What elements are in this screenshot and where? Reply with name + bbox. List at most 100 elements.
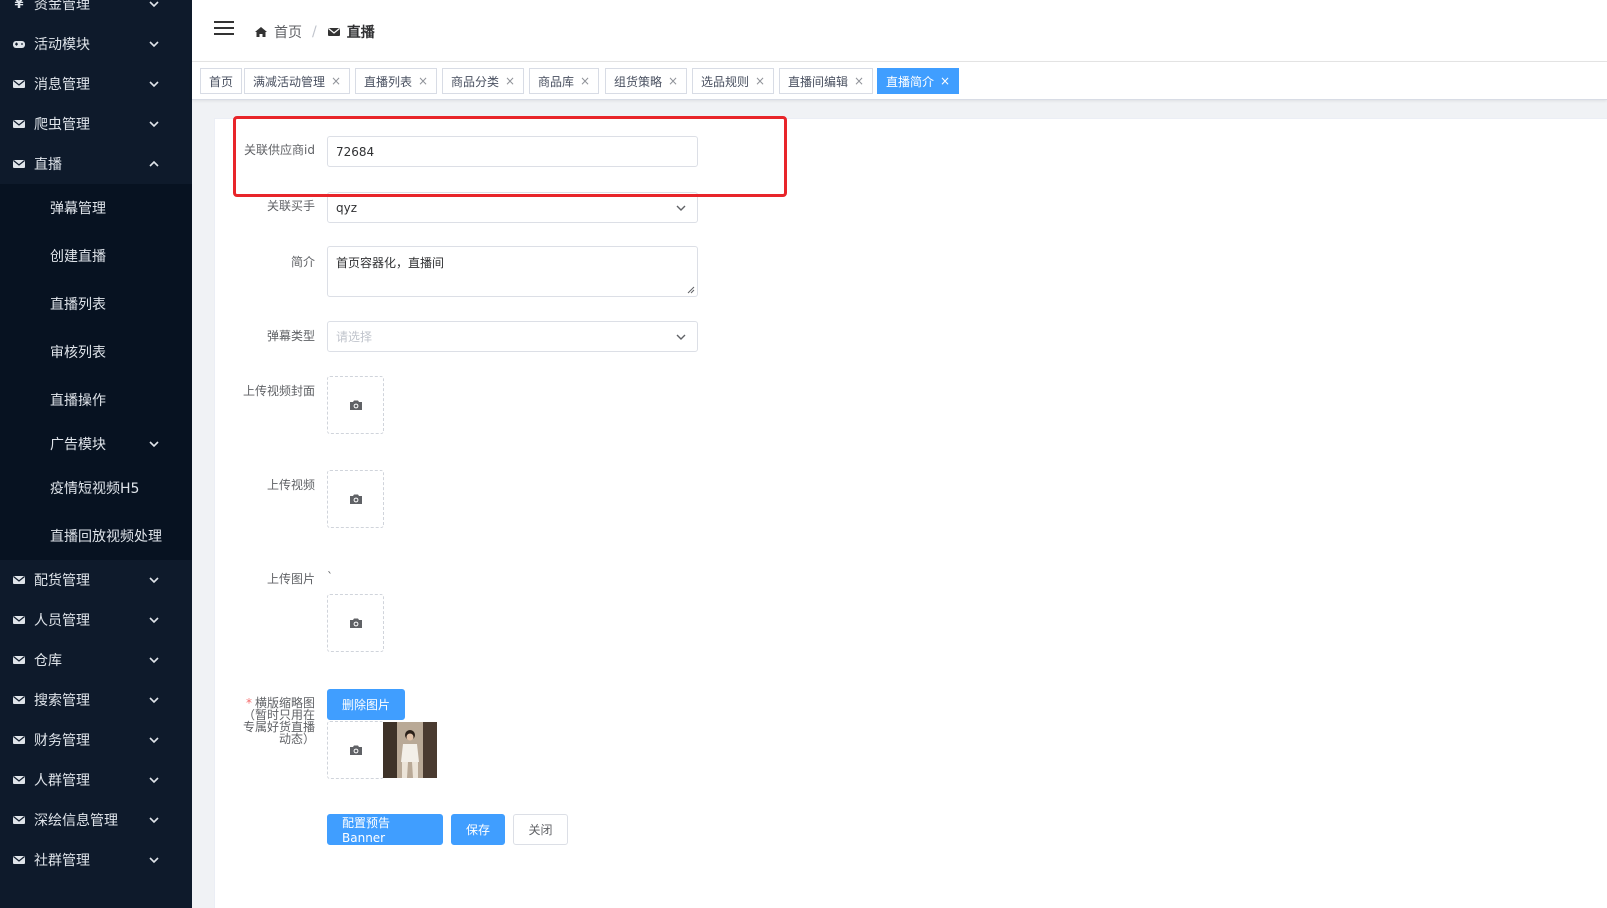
close-icon[interactable]: ×	[668, 74, 678, 88]
sidebar-item-community[interactable]: 社群管理	[0, 840, 192, 880]
sidebar-subitem-barrage[interactable]: 弹幕管理	[0, 188, 192, 228]
sidebar-item-finance[interactable]: 财务管理	[0, 720, 192, 760]
sidebar-subitem-replay[interactable]: 直播回放视频处理	[0, 516, 192, 556]
close-icon[interactable]: ×	[505, 74, 515, 88]
mail-icon	[13, 160, 25, 168]
chevron-down-icon	[149, 657, 159, 664]
close-icon[interactable]: ×	[331, 74, 341, 88]
image-upload-tick: `	[327, 570, 333, 584]
sidebar-item-label: 人员管理	[34, 613, 90, 629]
barrage-type-label: 弹幕类型	[266, 329, 315, 343]
sidebar-item-label: 资金管理	[34, 0, 90, 13]
sidebar-subitem-label: 审核列表	[50, 345, 106, 361]
sidebar-item-label: 配货管理	[34, 573, 90, 589]
close-icon[interactable]: ×	[418, 74, 428, 88]
sidebar-subitem-label: 弹幕管理	[50, 201, 106, 217]
breadcrumb: 首页 / 直播	[254, 22, 375, 42]
tab-live-intro[interactable]: 直播简介 ×	[877, 68, 960, 94]
thumbnail-label: * 横版缩略图（暂时只用在专属好货直播动态）	[237, 697, 315, 745]
mail-icon	[13, 736, 25, 744]
sidebar-item-distribution[interactable]: 配货管理	[0, 560, 192, 600]
chevron-up-icon	[149, 160, 159, 167]
mail-icon	[13, 856, 25, 864]
tab-live-room-edit[interactable]: 直播间编辑 ×	[779, 68, 874, 94]
tab-label: 商品库	[538, 74, 575, 89]
intro-value: 首页容器化，直播间	[336, 256, 445, 270]
hamburger-menu-icon[interactable]	[214, 20, 234, 36]
save-button[interactable]: 保存	[451, 814, 505, 845]
tab-label: 满减活动管理	[253, 74, 326, 89]
sidebar-item-label: 搜索管理	[34, 693, 90, 709]
tab-product-library[interactable]: 商品库 ×	[529, 68, 600, 94]
top-header: 首页 / 直播	[192, 0, 1607, 62]
barrage-type-select[interactable]: 请选择	[327, 321, 698, 352]
tab-label: 首页	[209, 74, 234, 89]
thumbnail-uploader[interactable]	[327, 721, 384, 779]
close-icon[interactable]: ×	[755, 74, 765, 88]
chevron-down-icon	[149, 737, 159, 744]
sidebar-item-label: 仓库	[34, 653, 62, 669]
chevron-down-icon	[676, 205, 686, 211]
sidebar-item-crowd[interactable]: 人群管理	[0, 760, 192, 800]
tab-live-list[interactable]: 直播列表 ×	[355, 68, 438, 94]
home-icon	[255, 27, 267, 37]
sidebar-subitem-live-ops[interactable]: 直播操作	[0, 380, 192, 420]
tab-assortment-strategy[interactable]: 组货策略 ×	[605, 68, 688, 94]
delete-image-button[interactable]: 删除图片	[327, 689, 405, 720]
image-upload-label: 上传图片	[266, 572, 315, 586]
cover-uploader[interactable]	[327, 376, 384, 434]
resize-handle-icon[interactable]	[687, 286, 695, 294]
intro-label: 简介	[290, 255, 315, 269]
config-banner-button[interactable]: 配置预告Banner	[327, 814, 443, 845]
chevron-down-icon	[149, 441, 159, 448]
mail-icon	[13, 576, 25, 584]
sidebar-item-search[interactable]: 搜索管理	[0, 680, 192, 720]
sidebar-item-live[interactable]: 直播	[0, 144, 192, 184]
breadcrumb-home[interactable]: 首页	[274, 22, 302, 42]
tab-label: 商品分类	[451, 74, 500, 89]
close-icon[interactable]: ×	[940, 74, 950, 88]
sidebar-subitem-h5[interactable]: 疫情短视频H5	[0, 468, 192, 508]
sidebar-item-label: 活动模块	[34, 37, 90, 53]
chevron-down-icon	[149, 617, 159, 624]
sidebar-item-warehouse[interactable]: 仓库	[0, 640, 192, 680]
tab-product-category[interactable]: 商品分类 ×	[442, 68, 525, 94]
sidebar-item-label: 爬虫管理	[34, 117, 90, 133]
mail-icon	[327, 28, 340, 36]
close-icon[interactable]: ×	[854, 74, 864, 88]
sidebar-item-crawler[interactable]: 爬虫管理	[0, 104, 192, 144]
sidebar-item-messages[interactable]: 消息管理	[0, 64, 192, 104]
sidebar-item-label: 直播	[34, 157, 62, 173]
tab-home[interactable]: 首页	[200, 68, 243, 94]
tab-full-reduction[interactable]: 满减活动管理 ×	[244, 68, 351, 94]
tab-selection-rules[interactable]: 选品规则 ×	[692, 68, 775, 94]
camera-icon	[349, 400, 362, 410]
image-uploader[interactable]	[327, 594, 384, 652]
close-button[interactable]: 关闭	[513, 814, 568, 845]
thumbnail-preview-image	[383, 722, 437, 778]
chevron-down-icon	[149, 577, 159, 584]
sidebar-subitem-live-list[interactable]: 直播列表	[0, 284, 192, 324]
sidebar-item-staff[interactable]: 人员管理	[0, 600, 192, 640]
chevron-down-icon	[149, 817, 159, 824]
highlight-annotation-box	[233, 116, 787, 197]
sidebar-subitem-review-list[interactable]: 审核列表	[0, 332, 192, 372]
sidebar-item-activity[interactable]: 活动模块	[0, 24, 192, 64]
sidebar-item-funds[interactable]: ¥ 资金管理	[0, 0, 192, 24]
sidebar-subitem-label: 广告模块	[50, 437, 106, 453]
sidebar-subitem-label: 直播列表	[50, 297, 106, 313]
sidebar-subitem-create-live[interactable]: 创建直播	[0, 236, 192, 276]
close-icon[interactable]: ×	[580, 74, 590, 88]
intro-textarea[interactable]: 首页容器化，直播间	[327, 246, 698, 297]
sidebar-item-shenhui[interactable]: 深绘信息管理	[0, 800, 192, 840]
sidebar-subitem-ads[interactable]: 广告模块	[0, 424, 192, 464]
thumbnail-label-text: 横版缩略图（暂时只用在专属好货直播动态）	[242, 696, 315, 746]
mail-icon	[13, 80, 25, 88]
chevron-down-icon	[149, 121, 159, 128]
mail-icon	[13, 656, 25, 664]
sidebar-item-label: 消息管理	[34, 77, 90, 93]
chevron-down-icon	[149, 857, 159, 864]
chevron-down-icon	[149, 697, 159, 704]
video-uploader[interactable]	[327, 470, 384, 528]
buyer-value: qyz	[336, 200, 358, 215]
